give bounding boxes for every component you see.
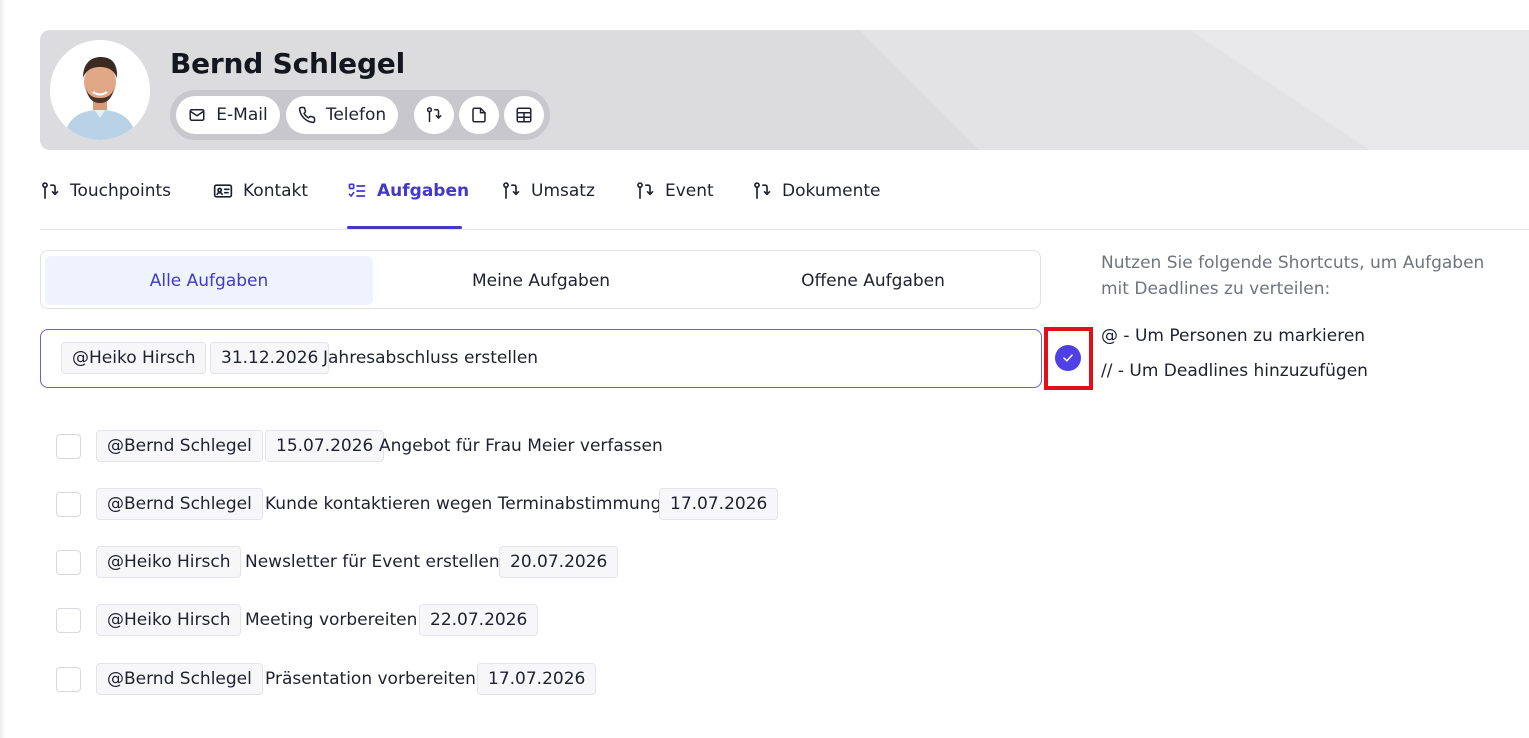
tabs-divider (40, 229, 1529, 230)
task-text: Meeting vorbereiten (245, 610, 418, 630)
git-pull-request-icon (42, 182, 59, 199)
date-chip[interactable]: 20.07.2026 (499, 546, 619, 578)
mention-chip[interactable]: @Heiko Hirsch (96, 604, 242, 636)
tab-touchpoints[interactable]: Touchpoints (40, 178, 171, 204)
email-button[interactable]: E-Mail (176, 96, 280, 134)
task-text: Kunde kontaktieren wegen Terminabstimmun… (265, 494, 662, 514)
tab-label: Dokumente (782, 181, 881, 201)
phone-button[interactable]: Telefon (286, 96, 398, 134)
task-checkbox[interactable] (56, 550, 81, 575)
mention-chip[interactable]: @Bernd Schlegel (96, 430, 263, 462)
tab-kontakt[interactable]: Kontakt (213, 178, 308, 204)
contact-card-icon (213, 184, 233, 198)
deadline-shortcut: // - Um Deadlines hinzuzufügen (1101, 361, 1368, 381)
tab-dokumente[interactable]: Dokumente (752, 178, 881, 204)
filter-my-tasks[interactable]: Meine Aufgaben (377, 256, 705, 305)
filter-open-tasks[interactable]: Offene Aufgaben (709, 256, 1037, 305)
tab-label: Touchpoints (70, 181, 172, 201)
contact-name: Bernd Schlegel (170, 47, 405, 80)
task-text: Angebot für Frau Meier verfassen (379, 436, 663, 456)
mention-shortcut: @ - Um Personen zu markieren (1101, 326, 1366, 346)
tab-event[interactable]: Event (635, 178, 714, 204)
table-button[interactable] (504, 96, 544, 134)
tab-label: Aufgaben (377, 181, 470, 201)
tab-label: Kontakt (243, 181, 309, 201)
submit-highlight (1044, 327, 1093, 390)
date-chip[interactable]: 17.07.2026 (477, 663, 597, 695)
document-button[interactable] (459, 96, 499, 134)
date-chip[interactable]: 15.07.2026 (265, 430, 385, 462)
table-icon (516, 107, 532, 123)
task-filter: Alle Aufgaben Meine Aufgaben Offene Aufg… (40, 250, 1041, 309)
contact-action-bar: E-Mail Telefon (170, 90, 550, 140)
task-checkbox[interactable] (56, 608, 81, 633)
check-icon (1063, 354, 1073, 362)
file-icon (472, 107, 486, 123)
pull-request-button[interactable] (414, 96, 454, 134)
avatar (50, 40, 150, 140)
shortcut-hint: Nutzen Sie folgende Shortcuts, um Aufgab… (1101, 253, 1485, 299)
tab-umsatz[interactable]: Umsatz (501, 178, 595, 204)
task-checkbox[interactable] (56, 667, 81, 692)
task-checkbox[interactable] (56, 492, 81, 517)
mention-chip[interactable]: @Heiko Hirsch (96, 546, 242, 578)
task-text: Newsletter für Event erstellen (245, 552, 500, 572)
phone-button-label: Telefon (325, 105, 387, 125)
git-pull-request-icon (754, 182, 771, 199)
date-chip[interactable]: 31.12.2026 (210, 342, 330, 374)
new-task-input[interactable]: @Heiko Hirsch 31.12.2026 Jahresabschluss… (40, 329, 1042, 388)
git-pull-request-icon (637, 182, 654, 199)
task-text: Präsentation vorbereiten (265, 669, 476, 689)
tab-label: Umsatz (531, 181, 595, 201)
filter-all-tasks[interactable]: Alle Aufgaben (45, 256, 373, 305)
task-text: Jahresabschluss erstellen (323, 348, 539, 368)
git-pull-request-icon (503, 182, 520, 199)
date-chip[interactable]: 17.07.2026 (659, 488, 779, 520)
phone-icon (298, 106, 316, 124)
mail-icon (189, 109, 205, 121)
tab-label: Event (665, 181, 714, 201)
git-pull-request-icon (426, 107, 442, 123)
contact-header: Bernd Schlegel E-Mail Telefon (40, 30, 1529, 150)
task-list-icon (348, 183, 366, 197)
mention-chip[interactable]: @Heiko Hirsch (61, 342, 207, 374)
mention-chip[interactable]: @Bernd Schlegel (96, 663, 263, 695)
submit-task-button[interactable] (1055, 345, 1081, 371)
task-checkbox[interactable] (56, 434, 81, 459)
mention-chip[interactable]: @Bernd Schlegel (96, 488, 263, 520)
date-chip[interactable]: 22.07.2026 (419, 604, 539, 636)
email-button-label: E-Mail (216, 105, 268, 125)
page-edge (0, 0, 6, 738)
tab-aufgaben[interactable]: Aufgaben (347, 178, 469, 204)
